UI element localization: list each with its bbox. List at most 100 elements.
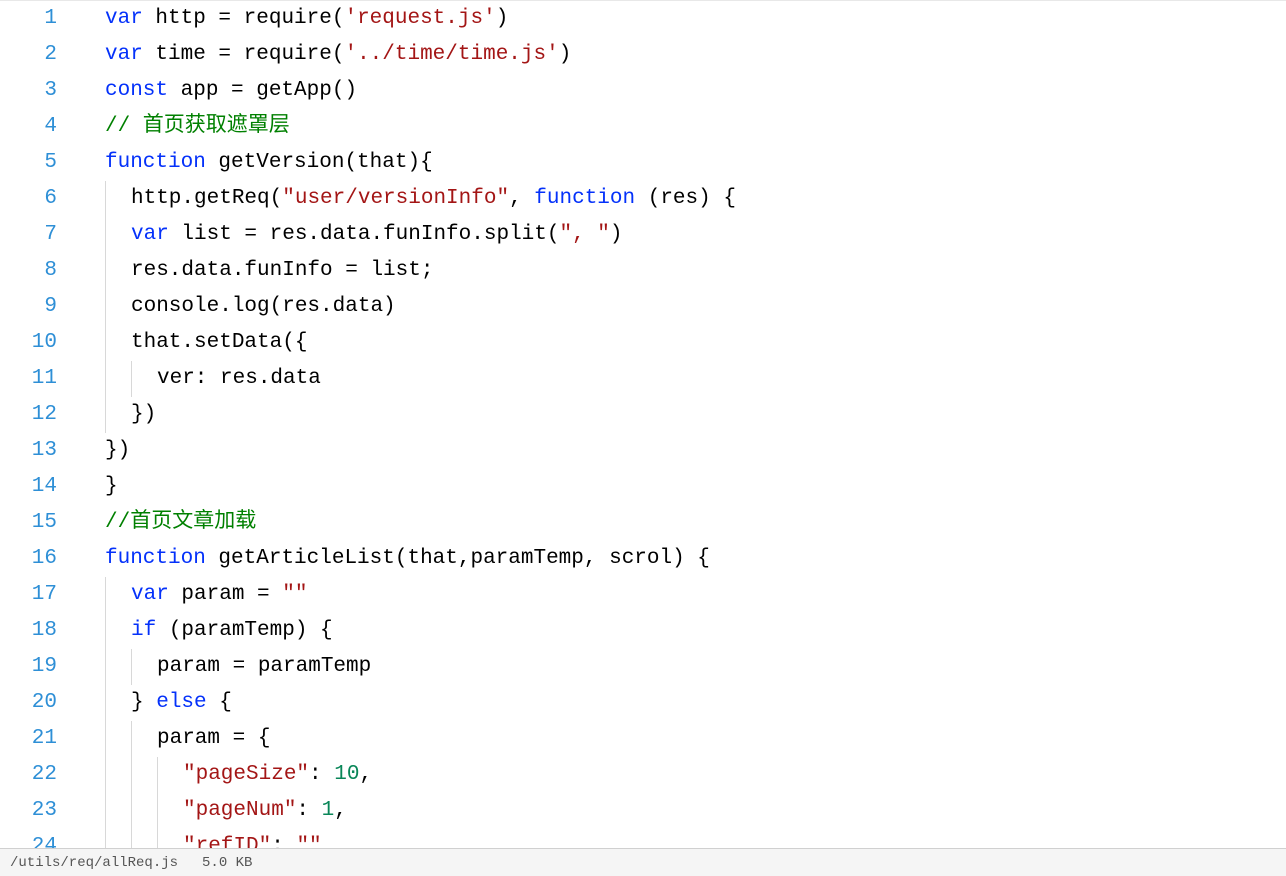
code-token: "pageSize" — [183, 763, 309, 786]
code-token: // 首页获取遮罩层 — [105, 115, 290, 138]
code-line[interactable]: "pageSize": 10, — [75, 757, 1286, 793]
line-number: 3 — [0, 73, 57, 109]
line-number: 7 — [0, 217, 57, 253]
code-token: getVersion(that){ — [206, 151, 433, 174]
code-token: param = paramTemp — [157, 655, 371, 678]
code-line[interactable]: //首页文章加载 — [75, 505, 1286, 541]
code-token: list = res.data.funInfo.split( — [169, 223, 560, 246]
code-token: (res) { — [635, 187, 736, 210]
status-bar: /utils/req/allReq.js 5.0 KB — [0, 848, 1286, 876]
code-token: else — [156, 691, 206, 714]
code-token: , — [509, 187, 534, 210]
indent-guide — [105, 217, 106, 253]
code-token: require — [244, 43, 332, 66]
code-token: if — [131, 619, 156, 642]
code-token: : — [296, 799, 321, 822]
code-token: function — [105, 547, 206, 570]
code-token: function — [105, 151, 206, 174]
code-token: http.getReq( — [131, 187, 282, 210]
code-token: , — [359, 763, 372, 786]
code-line[interactable]: var time = require('../time/time.js') — [75, 37, 1286, 73]
code-line[interactable]: ver: res.data — [75, 361, 1286, 397]
code-token: const — [105, 79, 168, 102]
code-token: param = — [169, 583, 282, 606]
code-token: "" — [296, 835, 321, 848]
code-line[interactable]: that.setData({ — [75, 325, 1286, 361]
indent-guide — [105, 253, 106, 289]
code-token: function — [534, 187, 635, 210]
code-token: ) — [559, 43, 572, 66]
indent-guide — [131, 829, 132, 848]
code-line[interactable]: if (paramTemp) { — [75, 613, 1286, 649]
code-line[interactable]: // 首页获取遮罩层 — [75, 109, 1286, 145]
line-number: 1 — [0, 1, 57, 37]
indent-guide — [131, 361, 132, 397]
code-line[interactable]: } else { — [75, 685, 1286, 721]
code-token: param = { — [157, 727, 270, 750]
code-token: ) — [496, 7, 509, 30]
line-number: 8 — [0, 253, 57, 289]
code-token: }) — [105, 439, 130, 462]
code-line[interactable]: "pageNum": 1, — [75, 793, 1286, 829]
code-line[interactable]: http.getReq("user/versionInfo", function… — [75, 181, 1286, 217]
line-number: 23 — [0, 793, 57, 829]
line-number: 9 — [0, 289, 57, 325]
code-token: }) — [131, 403, 156, 426]
line-number: 16 — [0, 541, 57, 577]
indent-guide — [105, 613, 106, 649]
code-token: '../time/time.js' — [344, 43, 558, 66]
code-token: "" — [282, 583, 307, 606]
code-token: 'request.js' — [344, 7, 495, 30]
code-line[interactable]: var param = "" — [75, 577, 1286, 613]
code-line[interactable]: param = { — [75, 721, 1286, 757]
code-line[interactable]: const app = getApp() — [75, 73, 1286, 109]
indent-guide — [105, 361, 106, 397]
line-number: 12 — [0, 397, 57, 433]
indent-guide — [157, 793, 158, 829]
indent-guide — [105, 397, 106, 433]
line-number: 11 — [0, 361, 57, 397]
code-token: 1 — [322, 799, 335, 822]
code-token: var — [105, 7, 143, 30]
code-line[interactable]: var http = require('request.js') — [75, 1, 1286, 37]
indent-guide — [105, 289, 106, 325]
indent-guide — [131, 721, 132, 757]
code-line[interactable]: console.log(res.data) — [75, 289, 1286, 325]
code-line[interactable]: function getVersion(that){ — [75, 145, 1286, 181]
code-token: : — [271, 835, 296, 848]
code-token: http = — [143, 7, 244, 30]
code-line[interactable]: } — [75, 469, 1286, 505]
code-token: { — [207, 691, 232, 714]
indent-guide — [105, 829, 106, 848]
line-number: 17 — [0, 577, 57, 613]
indent-guide — [105, 793, 106, 829]
code-token: require — [244, 7, 332, 30]
indent-guide — [131, 649, 132, 685]
indent-guide — [105, 181, 106, 217]
code-line[interactable]: }) — [75, 433, 1286, 469]
indent-guide — [105, 649, 106, 685]
code-token: ( — [332, 7, 345, 30]
code-token: console.log(res.data) — [131, 295, 396, 318]
code-line[interactable]: param = paramTemp — [75, 649, 1286, 685]
status-file-size: 5.0 KB — [202, 855, 252, 871]
code-token: ", " — [559, 223, 609, 246]
line-number: 15 — [0, 505, 57, 541]
code-editor[interactable]: 123456789101112131415161718192021222324 … — [0, 0, 1286, 848]
indent-guide — [157, 757, 158, 793]
code-line[interactable]: function getArticleList(that,paramTemp, … — [75, 541, 1286, 577]
indent-guide — [131, 757, 132, 793]
code-line[interactable]: }) — [75, 397, 1286, 433]
line-number: 24 — [0, 829, 57, 848]
code-area[interactable]: var http = require('request.js')var time… — [75, 1, 1286, 848]
line-number: 20 — [0, 685, 57, 721]
code-token: "refID" — [183, 835, 271, 848]
line-number: 4 — [0, 109, 57, 145]
code-line[interactable]: var list = res.data.funInfo.split(", ") — [75, 217, 1286, 253]
code-token: ver: res.data — [157, 367, 321, 390]
code-line[interactable]: "refID": "", — [75, 829, 1286, 848]
indent-guide — [131, 793, 132, 829]
line-number: 14 — [0, 469, 57, 505]
status-file-path: /utils/req/allReq.js — [10, 855, 178, 871]
code-line[interactable]: res.data.funInfo = list; — [75, 253, 1286, 289]
